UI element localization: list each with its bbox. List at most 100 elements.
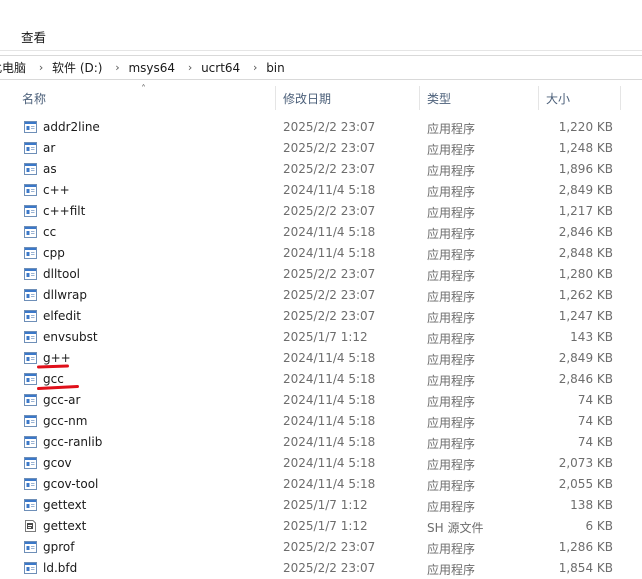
- file-row[interactable]: gcc 2024/11/4 5:18 应用程序 2,846 KB: [0, 369, 642, 391]
- file-name[interactable]: gettext: [43, 498, 86, 512]
- file-name[interactable]: as: [43, 162, 57, 176]
- chevron-right-icon[interactable]: ›: [30, 61, 52, 74]
- chevron-right-icon[interactable]: ›: [179, 61, 201, 74]
- exe-icon: [24, 541, 37, 553]
- exe-icon: [24, 457, 37, 469]
- file-name[interactable]: gcc-nm: [43, 414, 87, 428]
- column-header-type[interactable]: 类型: [427, 84, 451, 112]
- exe-icon: [24, 415, 37, 427]
- chevron-right-icon[interactable]: ›: [106, 61, 128, 74]
- view-menu[interactable]: 查看: [21, 27, 46, 46]
- exe-icon: [24, 394, 37, 406]
- file-size: 1,220 KB: [558, 120, 613, 134]
- file-modified-date: 2024/11/4 5:18: [283, 225, 376, 239]
- file-row[interactable]: c++filt 2025/2/2 23:07 应用程序 1,217 KB: [0, 201, 642, 222]
- file-name[interactable]: g++: [43, 351, 71, 365]
- file-size: 1,854 KB: [558, 561, 613, 575]
- file-row[interactable]: dllwrap 2025/2/2 23:07 应用程序 1,262 KB: [0, 285, 642, 306]
- breadcrumb-ucrt64[interactable]: ucrt64: [201, 61, 244, 75]
- file-name[interactable]: ar: [43, 141, 55, 155]
- file-row[interactable]: dlltool 2025/2/2 23:07 应用程序 1,280 KB: [0, 264, 642, 285]
- file-size: 2,846 KB: [558, 225, 613, 239]
- file-size: 2,055 KB: [558, 477, 613, 491]
- file-row[interactable]: gettext 2025/1/7 1:12 SH 源文件 6 KB: [0, 516, 642, 537]
- file-row[interactable]: cpp 2024/11/4 5:18 应用程序 2,848 KB: [0, 243, 642, 264]
- exe-icon: [24, 562, 37, 574]
- file-name[interactable]: addr2line: [43, 120, 100, 134]
- file-row[interactable]: c++ 2024/11/4 5:18 应用程序 2,849 KB: [0, 180, 642, 201]
- file-modified-date: 2024/11/4 5:18: [283, 477, 376, 491]
- exe-icon: [24, 289, 37, 301]
- breadcrumb-this-pc[interactable]: 此电脑: [0, 59, 30, 76]
- file-name[interactable]: cpp: [43, 246, 65, 260]
- column-header-size[interactable]: 大小: [546, 84, 570, 112]
- file-name[interactable]: gcov-tool: [43, 477, 98, 491]
- file-type: 应用程序: [427, 227, 476, 241]
- file-name[interactable]: envsubst: [43, 330, 98, 344]
- file-row[interactable]: gprof 2025/2/2 23:07 应用程序 1,286 KB: [0, 537, 642, 558]
- file-row[interactable]: gettext 2025/1/7 1:12 应用程序 138 KB: [0, 495, 642, 516]
- file-type: 应用程序: [427, 269, 476, 283]
- file-modified-date: 2025/2/2 23:07: [283, 204, 376, 218]
- column-header-row: ˄ 名称 修改日期 类型 大小: [0, 84, 642, 112]
- file-size: 1,280 KB: [558, 267, 613, 281]
- file-name[interactable]: gcov: [43, 456, 72, 470]
- exe-icon: [24, 226, 37, 238]
- file-row[interactable]: gcc-nm 2024/11/4 5:18 应用程序 74 KB: [0, 411, 642, 432]
- file-row[interactable]: gcov 2024/11/4 5:18 应用程序 2,073 KB: [0, 453, 642, 474]
- column-divider[interactable]: [275, 86, 276, 110]
- file-name[interactable]: dlltool: [43, 267, 80, 281]
- exe-icon: [24, 352, 37, 364]
- file-type: 应用程序: [427, 458, 476, 472]
- file-modified-date: 2024/11/4 5:18: [283, 456, 376, 470]
- column-divider[interactable]: [419, 86, 420, 110]
- exe-icon: [24, 331, 37, 343]
- menu-bar: 查看: [0, 0, 642, 52]
- file-row[interactable]: g++ 2024/11/4 5:18 应用程序 2,849 KB: [0, 348, 642, 369]
- file-row[interactable]: elfedit 2025/2/2 23:07 应用程序 1,247 KB: [0, 306, 642, 327]
- file-name[interactable]: c++: [43, 183, 70, 197]
- file-name[interactable]: elfedit: [43, 309, 81, 323]
- file-modified-date: 2025/1/7 1:12: [283, 519, 368, 533]
- file-size: 1,248 KB: [558, 141, 613, 155]
- file-size: 2,849 KB: [558, 183, 613, 197]
- file-row[interactable]: addr2line 2025/2/2 23:07 应用程序 1,220 KB: [0, 117, 642, 138]
- column-divider[interactable]: [620, 86, 621, 110]
- file-row[interactable]: ar 2025/2/2 23:07 应用程序 1,248 KB: [0, 138, 642, 159]
- file-type: 应用程序: [427, 332, 476, 346]
- file-name[interactable]: gcc-ar: [43, 393, 80, 407]
- column-divider[interactable]: [538, 86, 539, 110]
- file-name[interactable]: gcc-ranlib: [43, 435, 102, 449]
- column-header-name[interactable]: 名称: [22, 84, 46, 112]
- file-size: 1,262 KB: [558, 288, 613, 302]
- file-size: 74 KB: [577, 435, 613, 449]
- file-name[interactable]: c++filt: [43, 204, 85, 218]
- exe-icon: [24, 478, 37, 490]
- file-name[interactable]: gprof: [43, 540, 74, 554]
- file-modified-date: 2025/1/7 1:12: [283, 498, 368, 512]
- file-name[interactable]: gettext: [43, 519, 86, 533]
- file-type: 应用程序: [427, 437, 476, 451]
- file-type: 应用程序: [427, 122, 476, 136]
- breadcrumb-bin[interactable]: bin: [266, 61, 289, 75]
- breadcrumb-msys64[interactable]: msys64: [128, 61, 179, 75]
- column-header-date[interactable]: 修改日期: [283, 84, 331, 112]
- exe-icon: [24, 163, 37, 175]
- file-name[interactable]: dllwrap: [43, 288, 87, 302]
- chevron-right-icon[interactable]: ›: [244, 61, 266, 74]
- file-modified-date: 2025/2/2 23:07: [283, 288, 376, 302]
- file-row[interactable]: gcov-tool 2024/11/4 5:18 应用程序 2,055 KB: [0, 474, 642, 495]
- file-row[interactable]: ld.bfd 2025/2/2 23:07 应用程序 1,854 KB: [0, 558, 642, 579]
- file-row[interactable]: as 2025/2/2 23:07 应用程序 1,896 KB: [0, 159, 642, 180]
- exe-icon: [24, 373, 37, 385]
- file-row[interactable]: gcc-ranlib 2024/11/4 5:18 应用程序 74 KB: [0, 432, 642, 453]
- file-row[interactable]: cc 2024/11/4 5:18 应用程序 2,846 KB: [0, 222, 642, 243]
- breadcrumb-drive-d[interactable]: 软件 (D:): [52, 59, 106, 76]
- address-bar[interactable]: 此电脑 › 软件 (D:) › msys64 › ucrt64 › bin: [0, 55, 642, 80]
- file-row[interactable]: envsubst 2025/1/7 1:12 应用程序 143 KB: [0, 327, 642, 348]
- file-name[interactable]: cc: [43, 225, 56, 239]
- file-name[interactable]: ld.bfd: [43, 561, 77, 575]
- file-modified-date: 2024/11/4 5:18: [283, 393, 376, 407]
- file-row[interactable]: gcc-ar 2024/11/4 5:18 应用程序 74 KB: [0, 390, 642, 411]
- file-name[interactable]: gcc: [43, 372, 64, 386]
